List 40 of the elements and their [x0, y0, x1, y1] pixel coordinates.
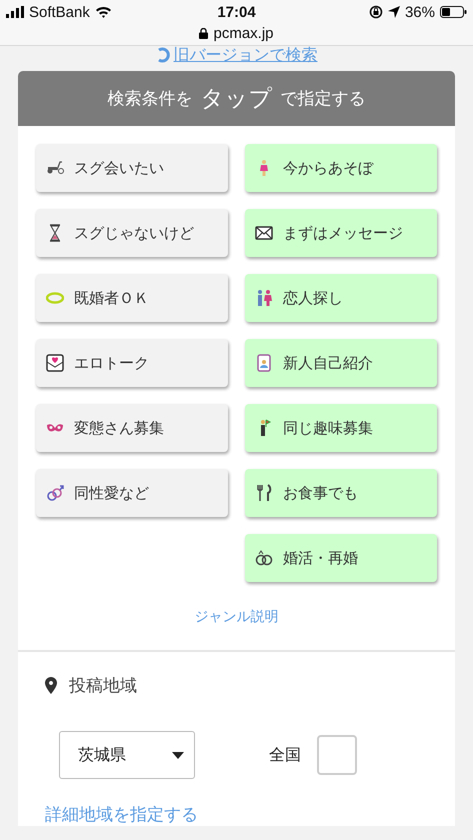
scooter-icon [46, 159, 64, 177]
profile-card-icon [255, 354, 273, 372]
genre-button[interactable]: エロトーク [36, 339, 228, 387]
carrier-name: SoftBank [29, 4, 90, 20]
caret-icon [172, 752, 184, 758]
gender-icon [46, 484, 64, 502]
mask-icon [46, 423, 64, 433]
signal-icon [6, 6, 24, 18]
battery-icon [440, 6, 467, 18]
location-pin-icon [45, 677, 57, 694]
genre-button[interactable]: 既婚者ＯＫ [36, 274, 228, 322]
rotation-lock-icon [368, 5, 383, 19]
genre-button[interactable]: 婚活・再婚 [245, 534, 437, 582]
genre-button[interactable]: まずはメッセージ [245, 209, 437, 257]
wifi-icon [94, 6, 112, 18]
nationwide-checkbox[interactable] [317, 735, 357, 775]
love-letter-icon [46, 354, 64, 372]
location-arrow-icon [388, 6, 400, 18]
prefecture-select[interactable]: 茨城県 [59, 731, 195, 779]
genre-button[interactable]: スグ会いたい [36, 144, 228, 192]
rings-icon [255, 549, 273, 567]
genre-button[interactable]: 恋人探し [245, 274, 437, 322]
couple-icon [255, 289, 273, 307]
url-text: pcmax.jp [213, 24, 274, 42]
battery-percent: 36% [404, 4, 435, 20]
genre-button[interactable]: 同じ趣味募集 [245, 404, 437, 452]
genre-button[interactable]: 新人自己紹介 [245, 339, 437, 387]
refresh-icon [156, 47, 170, 63]
lock-icon [199, 28, 208, 38]
genre-button[interactable]: スグじゃないけど [36, 209, 228, 257]
envelope-icon [255, 224, 273, 242]
checkbox-label: 全国 [269, 744, 301, 766]
cutlery-icon [255, 484, 273, 502]
genre-button[interactable]: 同性愛など [36, 469, 228, 517]
clock-time: 17:04 [217, 4, 256, 20]
section-title: 投稿地域 [69, 675, 137, 697]
card-header: 検索条件を タップ で指定する [18, 71, 455, 126]
genre-button[interactable]: お食事でも [245, 469, 437, 517]
genre-button[interactable]: 変態さん募集 [36, 404, 228, 452]
genre-button[interactable]: 今からあそぼ [245, 144, 437, 192]
